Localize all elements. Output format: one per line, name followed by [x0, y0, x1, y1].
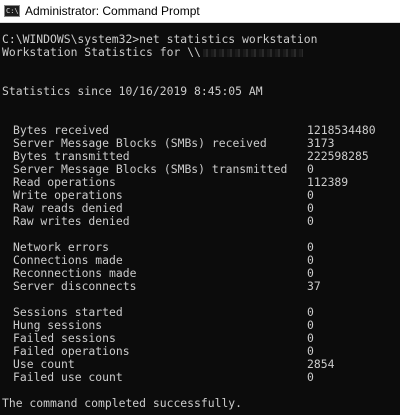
stat-label: Raw writes denied [13, 214, 130, 228]
command-prompt-window: C:\ Administrator: Command Prompt C:\WIN… [0, 0, 400, 415]
completion-line: The command completed successfully. [2, 396, 243, 410]
redacted-computer-name [202, 48, 303, 57]
header-text: Workstation Statistics for \\ [2, 45, 201, 59]
stat-value: 0 [307, 370, 314, 384]
stat-label: Failed use count [13, 370, 123, 384]
stat-value: 0 [307, 214, 314, 228]
stat-row: Failed use count 0 [2, 371, 400, 384]
window-title: Administrator: Command Prompt [25, 4, 200, 18]
stat-row: Raw writes denied 0 [2, 215, 400, 228]
title-bar[interactable]: C:\ Administrator: Command Prompt [0, 0, 400, 23]
stat-value: 222598285 [307, 149, 369, 163]
console-output[interactable]: C:\WINDOWS\system32>net statistics works… [2, 33, 400, 415]
cmd-icon: C:\ [4, 5, 20, 17]
header-line: Workstation Statistics for \\ [2, 46, 400, 59]
statistics-list: Bytes received 1218534480 Server Message B… [2, 124, 400, 384]
stat-row: Server disconnects 37 [2, 280, 400, 293]
stat-value: 37 [307, 279, 321, 293]
stat-label: Server disconnects [13, 279, 137, 293]
since-line: Statistics since 10/16/2019 8:45:05 AM [2, 84, 263, 98]
